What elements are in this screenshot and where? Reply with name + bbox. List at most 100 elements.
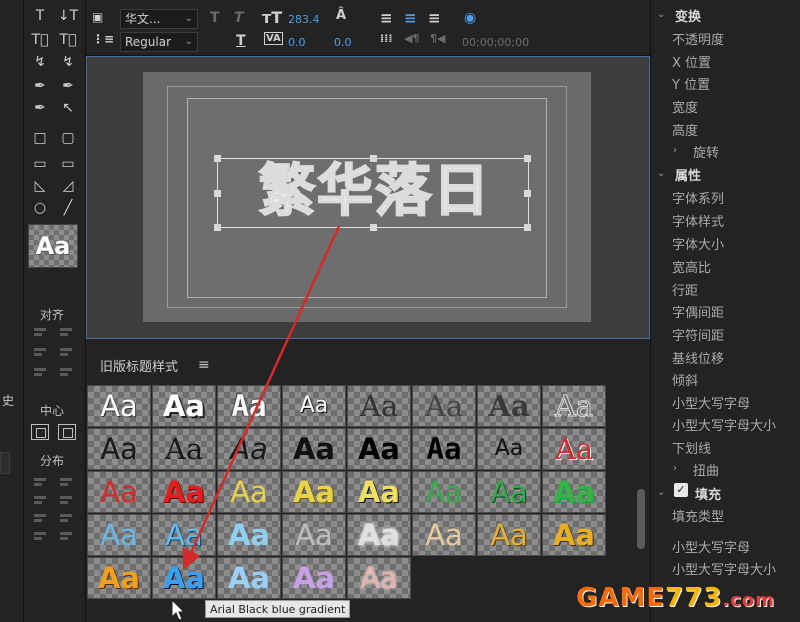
title-style-swatch[interactable]: Aa bbox=[87, 385, 151, 427]
title-style-swatch[interactable]: Aa bbox=[217, 514, 281, 556]
property-item[interactable]: 不透明度 bbox=[672, 29, 724, 48]
title-style-swatch[interactable]: Aa bbox=[87, 514, 151, 556]
styles-scrollbar[interactable] bbox=[637, 489, 645, 549]
type-tool-icon[interactable]: T bbox=[29, 6, 51, 26]
property-item[interactable]: Y 位置 bbox=[672, 74, 710, 93]
pen-tool-icon[interactable]: ✒ bbox=[29, 76, 51, 96]
title-style-swatch[interactable]: Aa bbox=[347, 514, 411, 556]
title-style-swatch[interactable]: Aa bbox=[282, 514, 346, 556]
title-style-swatch[interactable]: Aa bbox=[87, 557, 151, 599]
resize-handle[interactable] bbox=[214, 155, 221, 162]
align-object-icon[interactable] bbox=[58, 346, 76, 358]
chevron-down-icon[interactable]: ⌄ bbox=[657, 487, 665, 498]
align-object-icon[interactable] bbox=[32, 512, 50, 524]
property-item[interactable]: 字体系列 bbox=[672, 188, 724, 207]
property-item[interactable]: 字符间距 bbox=[672, 325, 724, 344]
property-item[interactable]: 扭曲 bbox=[693, 460, 719, 479]
vertical-type-tool-icon[interactable]: ↓T bbox=[57, 6, 79, 26]
title-style-swatch[interactable]: Aa bbox=[347, 428, 411, 470]
align-object-icon[interactable] bbox=[32, 494, 50, 506]
property-item[interactable]: 字体样式 bbox=[672, 211, 724, 230]
fill-checkbox[interactable]: ✓ bbox=[674, 483, 688, 497]
path-type-tool-icon[interactable]: ↯ bbox=[29, 52, 51, 72]
tab-stops-icon[interactable]: ⋮≡ bbox=[92, 32, 114, 46]
align-left-icon[interactable]: ≡ bbox=[380, 9, 393, 27]
resize-handle[interactable] bbox=[214, 224, 221, 231]
title-style-swatch[interactable]: Aa bbox=[412, 514, 476, 556]
title-style-swatch[interactable]: Aa bbox=[217, 385, 281, 427]
title-style-swatch[interactable]: Aa bbox=[217, 557, 281, 599]
resize-handle[interactable] bbox=[524, 190, 531, 197]
title-style-swatch[interactable]: Aa bbox=[282, 385, 346, 427]
wedge-tool-icon[interactable]: ◺ bbox=[29, 176, 51, 196]
background-video-icon[interactable]: ▣ bbox=[92, 10, 103, 24]
bold-icon[interactable]: T bbox=[210, 10, 220, 26]
align-right-icon[interactable]: ≡ bbox=[428, 9, 441, 27]
title-style-swatch[interactable]: Aa bbox=[282, 471, 346, 513]
title-style-swatch[interactable]: Aa bbox=[152, 385, 216, 427]
title-style-swatch[interactable]: Aa bbox=[152, 557, 216, 599]
title-style-swatch[interactable]: Aa bbox=[282, 428, 346, 470]
chevron-right-icon[interactable]: › bbox=[673, 145, 677, 156]
clipped-rectangle-tool-icon[interactable]: ▭ bbox=[29, 154, 51, 174]
title-style-swatch[interactable]: Aa bbox=[217, 428, 281, 470]
title-style-swatch[interactable]: Aa bbox=[152, 471, 216, 513]
property-item[interactable]: 旋转 bbox=[693, 142, 719, 161]
property-item[interactable]: 小型大写字母大小 bbox=[672, 559, 776, 578]
property-item[interactable]: 属性 bbox=[675, 165, 701, 184]
chevron-right-icon[interactable]: › bbox=[673, 463, 677, 474]
property-item[interactable]: 宽度 bbox=[672, 97, 698, 116]
property-item[interactable]: 基线位移 bbox=[672, 348, 724, 367]
arc-tool-icon[interactable]: ◿ bbox=[57, 176, 79, 196]
leading-value[interactable]: 0.0 bbox=[334, 36, 352, 49]
add-anchor-icon[interactable]: ✒ bbox=[29, 98, 51, 118]
align-object-icon[interactable] bbox=[32, 346, 50, 358]
title-style-swatch[interactable]: Aa bbox=[347, 385, 411, 427]
panel-menu-icon[interactable]: ≡ bbox=[198, 357, 210, 373]
property-item[interactable]: 小型大写字母 bbox=[672, 537, 750, 556]
align-object-icon[interactable] bbox=[32, 326, 50, 338]
font-size-value[interactable]: 283.4 bbox=[288, 13, 320, 26]
property-item[interactable]: 小型大写字母 bbox=[672, 393, 750, 412]
align-center-icon[interactable]: ≡ bbox=[404, 9, 417, 27]
property-item[interactable]: 填充 bbox=[695, 484, 721, 503]
next-frame-icon[interactable]: ¶◀ bbox=[430, 32, 445, 45]
resize-handle[interactable] bbox=[214, 190, 221, 197]
align-object-icon[interactable] bbox=[58, 494, 76, 506]
chevron-down-icon[interactable]: ⌄ bbox=[657, 9, 665, 20]
vertical-area-type-tool-icon[interactable]: T⃞ bbox=[57, 30, 79, 50]
property-item[interactable]: 变换 bbox=[675, 6, 701, 25]
title-style-swatch[interactable]: Aa bbox=[542, 471, 606, 513]
kerning-value[interactable]: 0.0 bbox=[288, 36, 306, 49]
align-object-icon[interactable] bbox=[58, 512, 76, 524]
title-style-swatch[interactable]: Aa bbox=[542, 428, 606, 470]
line-tool-icon[interactable]: ╱ bbox=[57, 198, 79, 218]
chevron-down-icon[interactable]: ⌄ bbox=[657, 168, 665, 179]
align-object-icon[interactable] bbox=[58, 366, 76, 378]
title-style-swatch[interactable]: Aa bbox=[152, 428, 216, 470]
property-item[interactable]: X 位置 bbox=[672, 52, 711, 71]
align-object-icon[interactable] bbox=[32, 366, 50, 378]
property-item[interactable]: 高度 bbox=[672, 120, 698, 139]
vertical-path-type-tool-icon[interactable]: ↯ bbox=[57, 52, 79, 72]
font-style-select[interactable]: Regular ⌄ bbox=[120, 32, 198, 52]
resize-handle[interactable] bbox=[370, 155, 377, 162]
tab-stops-ruler-icon[interactable]: ⁞⁞⁞ bbox=[380, 32, 393, 45]
resize-handle[interactable] bbox=[524, 224, 531, 231]
resize-handle[interactable] bbox=[524, 155, 531, 162]
property-item[interactable]: 行距 bbox=[672, 280, 698, 299]
property-item[interactable]: 下划线 bbox=[672, 438, 711, 457]
title-style-swatch[interactable]: Aa bbox=[477, 514, 541, 556]
previous-frame-icon[interactable]: ◀¶ bbox=[404, 32, 419, 45]
convert-anchor-icon[interactable]: ↖ bbox=[57, 98, 79, 118]
title-style-swatch[interactable]: Aa bbox=[152, 514, 216, 556]
title-style-swatch[interactable]: Aa bbox=[477, 471, 541, 513]
italic-icon[interactable]: T bbox=[234, 10, 244, 26]
title-style-swatch[interactable]: Aa bbox=[347, 557, 411, 599]
ellipse-tool-icon[interactable]: ○ bbox=[29, 198, 51, 218]
title-style-swatch[interactable]: Aa bbox=[412, 428, 476, 470]
history-tab-label[interactable]: 史 bbox=[2, 392, 14, 409]
title-canvas[interactable]: 繁华落日 bbox=[143, 72, 591, 322]
title-style-swatch[interactable]: Aa bbox=[542, 514, 606, 556]
title-style-swatch[interactable]: Aa bbox=[412, 385, 476, 427]
